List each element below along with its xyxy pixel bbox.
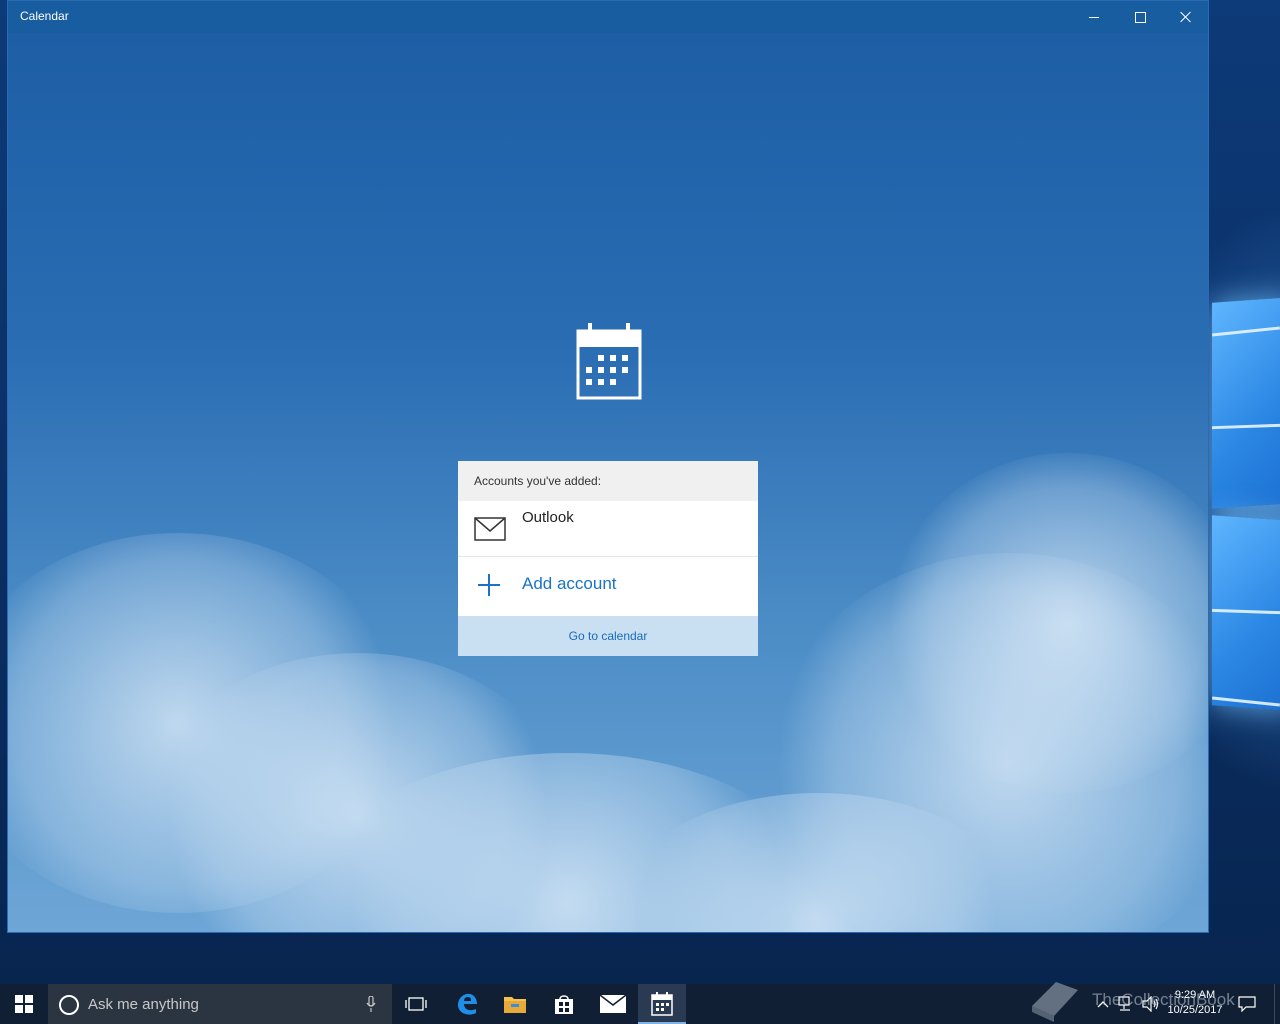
close-button[interactable]: [1163, 1, 1208, 33]
file-explorer-taskbar-button[interactable]: [491, 984, 539, 1024]
welcome-background: Accounts you've added: Outlook Add accou…: [8, 33, 1208, 932]
add-account-button[interactable]: Add account: [458, 557, 758, 613]
clock-time: 9:29 AM: [1174, 989, 1216, 1001]
windows-start-icon: [15, 995, 33, 1013]
accounts-panel: Accounts you've added: Outlook Add accou…: [458, 461, 758, 656]
go-to-calendar-button[interactable]: Go to calendar: [458, 616, 758, 656]
network-icon: [1118, 996, 1130, 1011]
task-view-button[interactable]: [392, 984, 440, 1024]
cortana-icon[interactable]: [59, 995, 79, 1015]
show-hidden-icons-button[interactable]: [1094, 984, 1112, 1024]
title-bar[interactable]: Calendar: [8, 1, 1208, 33]
edge-icon: [458, 993, 477, 1015]
window-title: Calendar: [20, 9, 69, 23]
show-desktop-button[interactable]: [1274, 984, 1280, 1024]
microphone-icon[interactable]: [366, 996, 376, 1012]
plus-icon: [478, 574, 500, 596]
add-account-label: Add account: [522, 574, 617, 593]
close-icon: [1180, 11, 1192, 23]
store-taskbar-button[interactable]: [540, 984, 588, 1024]
taskbar: Ask me anything 9:29 AM 10/25/2017: [0, 984, 1280, 1024]
account-name: Outlook: [522, 509, 574, 526]
store-icon: [555, 995, 573, 1014]
maximize-icon: [1134, 11, 1146, 23]
notification-icon: [1238, 996, 1256, 1012]
action-center-button[interactable]: [1234, 984, 1260, 1024]
volume-button[interactable]: [1140, 984, 1162, 1024]
mail-taskbar-button[interactable]: [589, 984, 637, 1024]
network-button[interactable]: [1116, 984, 1136, 1024]
calendar-icon: [651, 992, 673, 1016]
edge-taskbar-button[interactable]: [443, 984, 491, 1024]
chevron-up-icon: [1097, 1001, 1109, 1008]
search-input[interactable]: Ask me anything: [88, 996, 199, 1013]
minimize-icon: [1089, 16, 1099, 18]
calendar-icon: [576, 323, 642, 400]
mail-icon: [474, 517, 506, 541]
maximize-button[interactable]: [1117, 1, 1163, 33]
mail-icon: [600, 995, 626, 1013]
calendar-app-window: Calendar Accounts you've added: Outlook …: [7, 0, 1209, 933]
taskbar-clock[interactable]: 9:29 AM 10/25/2017: [1162, 988, 1228, 1018]
task-view-icon: [405, 997, 427, 1011]
volume-icon: [1142, 996, 1159, 1012]
file-explorer-icon: [504, 997, 526, 1013]
minimize-button[interactable]: [1071, 1, 1117, 33]
start-button[interactable]: [0, 984, 48, 1024]
account-row-outlook[interactable]: Outlook: [458, 501, 758, 557]
calendar-taskbar-button[interactable]: [638, 984, 686, 1024]
clock-date: 10/25/2017: [1167, 1004, 1223, 1016]
accounts-header: Accounts you've added:: [458, 461, 758, 501]
search-box[interactable]: Ask me anything: [48, 984, 392, 1024]
